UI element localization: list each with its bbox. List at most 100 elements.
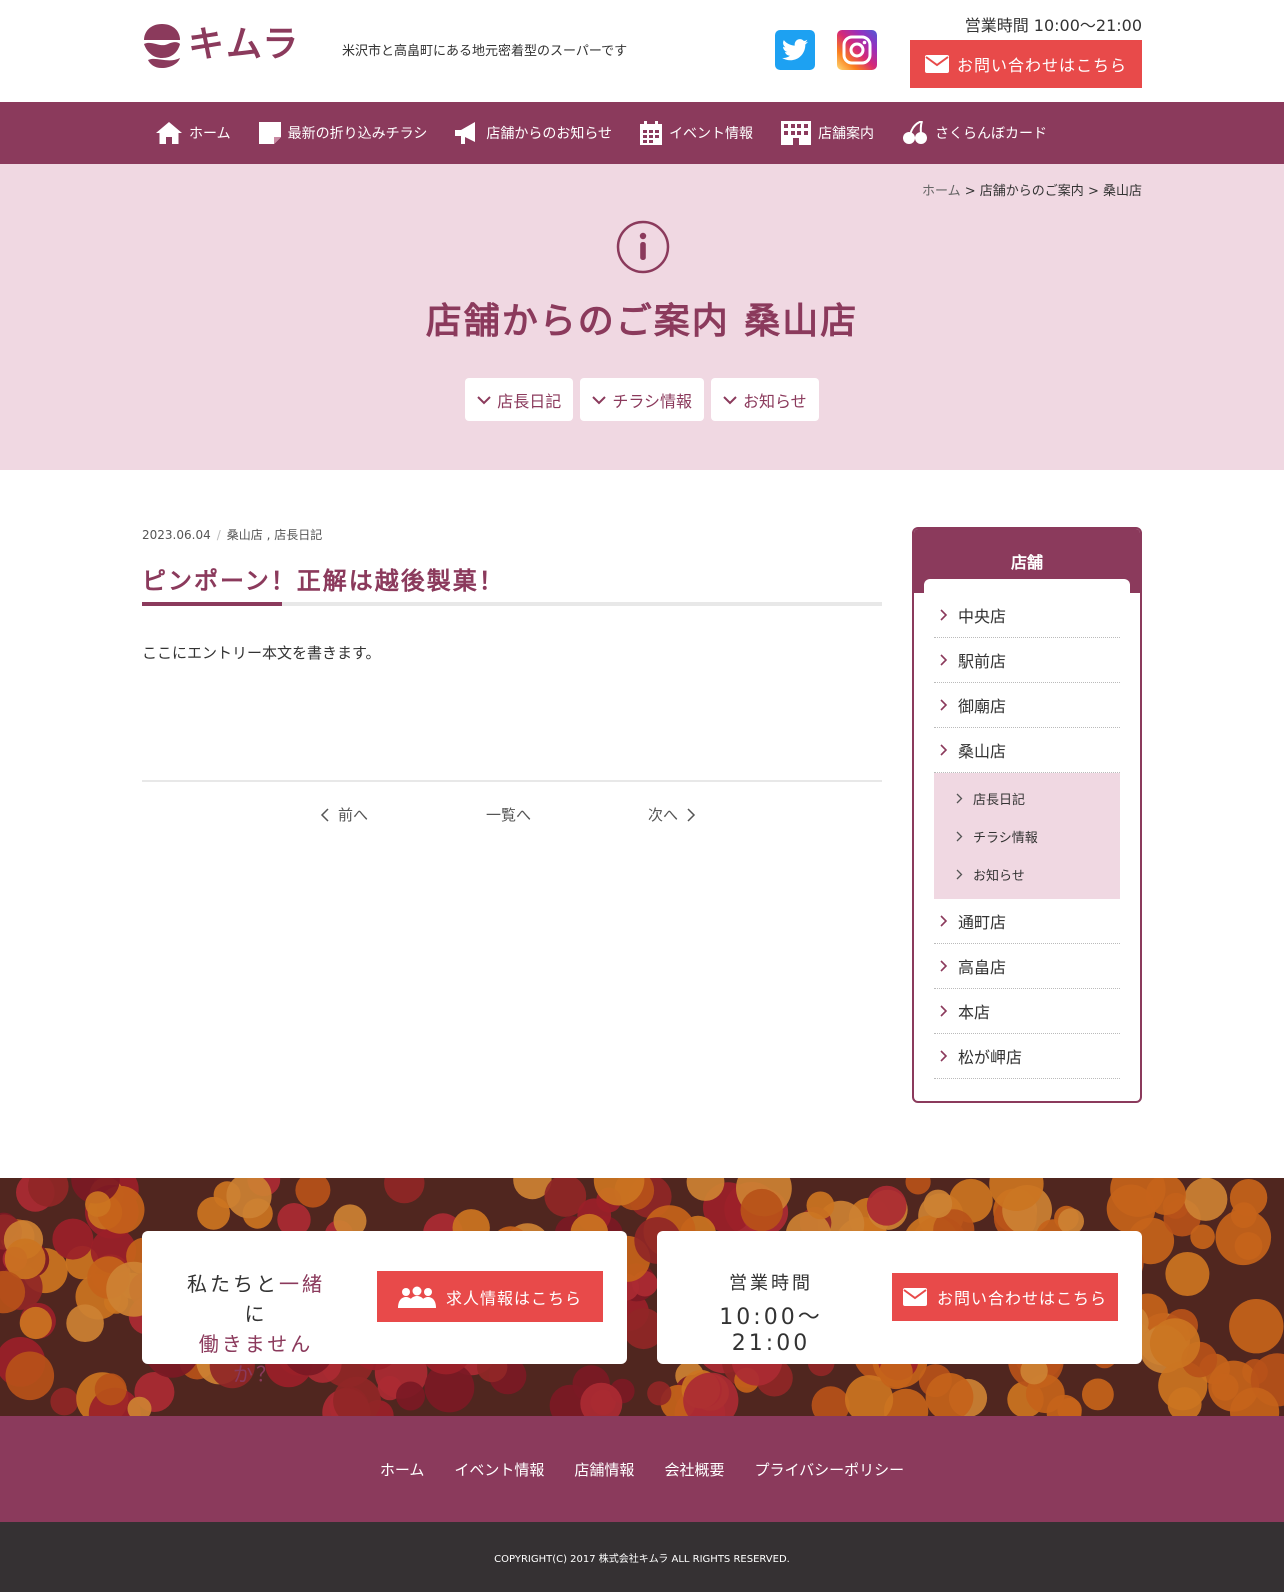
sidebar-store-item[interactable]: 松が岬店 bbox=[934, 1034, 1120, 1079]
global-nav: ホーム 最新の折り込みチラシ 店舗からのお知らせ イベント情報 店舗案内 さくら… bbox=[0, 102, 1284, 164]
twitter-icon bbox=[782, 39, 808, 61]
contact-button-label: お問い合わせはこちら bbox=[956, 56, 1127, 75]
breadcrumb-separator: > bbox=[960, 184, 980, 199]
nav-item-label: 店舗からのお知らせ bbox=[486, 126, 613, 142]
sidebar-store-label: 通町店 bbox=[958, 913, 1007, 932]
site-header: キムラ 米沢市と高畠町にある地元密着型のスーパーです 営業時間 10:00〜21… bbox=[0, 0, 1284, 102]
sidebar-sub-label: 店長日記 bbox=[973, 792, 1026, 808]
nav-item-label: 店舗案内 bbox=[818, 126, 875, 142]
footer-link-home[interactable]: ホーム bbox=[380, 1459, 425, 1480]
nav-item-home[interactable]: ホーム bbox=[156, 122, 231, 144]
tab-label: チラシ情報 bbox=[612, 391, 692, 411]
sidebar-store-item[interactable]: 高畠店 bbox=[934, 944, 1120, 989]
footer-nav: ホーム イベント情報 店舗情報 会社概要 プライバシーポリシー bbox=[0, 1416, 1284, 1522]
article: 2023.06.04 / 桑山店 , 店長日記 ピンポーン！正解は越後製菓！ ここに… bbox=[142, 526, 882, 663]
nav-item-store-news[interactable]: 店舗からのお知らせ bbox=[455, 122, 612, 144]
home-icon bbox=[156, 122, 182, 144]
sidebar-store-item[interactable]: 中央店 bbox=[934, 593, 1120, 638]
sidebar-submenu: 店長日記チラシ情報お知らせ bbox=[934, 773, 1120, 899]
sidebar-store-item[interactable]: 桑山店 bbox=[934, 728, 1120, 773]
prev-label: 前へ bbox=[338, 806, 369, 824]
store-sidebar: 店舗 中央店駅前店 御廟店桑山店店長日記チラシ情報お知らせ通町店高畠店本店 松が岬店 bbox=[912, 527, 1142, 1103]
mail-icon bbox=[902, 1288, 927, 1306]
tab-notices[interactable]: お知らせ bbox=[711, 378, 819, 421]
recruit-accent: 一緒 bbox=[279, 1272, 325, 1296]
article-categories[interactable]: 桑山店 , 店長日記 bbox=[227, 528, 322, 542]
footer-link-privacy[interactable]: プライバシーポリシー bbox=[754, 1459, 904, 1480]
hero-tabs: 店長日記 チラシ情報 お知らせ bbox=[142, 378, 1142, 421]
instagram-link[interactable] bbox=[837, 30, 877, 70]
list-link[interactable]: 一覧へ bbox=[486, 804, 531, 825]
cherry-icon bbox=[903, 121, 928, 144]
meta-divider: / bbox=[216, 528, 221, 542]
sidebar-store-label: 中央店 bbox=[958, 607, 1007, 626]
sidebar-store-label: 桑山店 bbox=[958, 742, 1007, 761]
footer-link-events[interactable]: イベント情報 bbox=[454, 1459, 544, 1480]
hours-card: 営業時間 10:00〜21:00 お問い合わせはこちら bbox=[657, 1231, 1142, 1364]
hours-info: 営業時間 10:00〜21:00 bbox=[691, 1269, 851, 1356]
nav-item-flyer[interactable]: 最新の折り込みチラシ bbox=[258, 122, 427, 144]
page-title: 店舗からのご案内 桑山店 bbox=[425, 301, 859, 342]
chevron-right-icon bbox=[940, 1005, 948, 1017]
sidebar-store-label: 高畠店 bbox=[958, 958, 1007, 977]
prev-link[interactable]: 前へ bbox=[320, 804, 368, 825]
recruit-button[interactable]: 求人情報はこちら bbox=[377, 1271, 603, 1322]
nav-item-stores[interactable]: 店舗案内 bbox=[781, 121, 874, 145]
tab-store-diary[interactable]: 店長日記 bbox=[465, 378, 574, 421]
article-date: 2023.06.04 bbox=[142, 528, 211, 542]
nav-item-label: さくらんぼカード bbox=[935, 126, 1048, 142]
people-icon bbox=[397, 1286, 436, 1308]
site-logo[interactable]: キムラ bbox=[142, 22, 300, 68]
next-link[interactable]: 次へ bbox=[648, 804, 696, 825]
sidebar-title: 店舗 bbox=[914, 529, 1140, 593]
building-icon bbox=[781, 121, 812, 145]
nav-item-cherry-card[interactable]: さくらんぼカード bbox=[902, 121, 1047, 145]
next-label: 次へ bbox=[648, 806, 679, 824]
breadcrumb-section[interactable]: 店舗からのご案内 bbox=[980, 184, 1084, 199]
chevron-right-icon bbox=[940, 915, 948, 927]
flyer-icon bbox=[258, 122, 281, 144]
nav-item-label: イベント情報 bbox=[669, 126, 754, 142]
sidebar-store-item[interactable]: 駅前店 bbox=[934, 638, 1120, 683]
pager-divider bbox=[142, 780, 882, 782]
sidebar-store-item[interactable]: 通町店 bbox=[934, 899, 1120, 944]
breadcrumb-home[interactable]: ホーム bbox=[922, 184, 961, 199]
mail-icon bbox=[924, 55, 949, 73]
article-title: ピンポーン！正解は越後製菓！ bbox=[142, 567, 505, 595]
recruit-text: 私たちと bbox=[187, 1272, 279, 1296]
calendar-icon bbox=[640, 121, 663, 145]
chevron-right-icon bbox=[940, 960, 948, 972]
main-content: 2023.06.04 / 桑山店 , 店長日記 ピンポーン！正解は越後製菓！ ここに… bbox=[142, 470, 1142, 1188]
page-hero: ホーム > 店舗からのご案内 > 桑山店 店舗からのご案内 桑山店 店長日記 チ… bbox=[0, 164, 1284, 470]
hours-value: 10:00〜21:00 bbox=[719, 1305, 823, 1356]
sidebar-sub-item[interactable]: チラシ情報 bbox=[934, 817, 1120, 855]
chevron-right-icon bbox=[940, 609, 948, 621]
footer-link-company[interactable]: 会社概要 bbox=[664, 1459, 724, 1480]
sidebar-store-item[interactable]: 本店 bbox=[934, 989, 1120, 1034]
sidebar-store-item[interactable]: 御廟店 bbox=[934, 683, 1120, 728]
nav-item-events[interactable]: イベント情報 bbox=[640, 121, 753, 145]
breadcrumb-separator: > bbox=[1083, 184, 1103, 199]
contact-button[interactable]: お問い合わせはこちら bbox=[910, 40, 1142, 88]
sidebar-sub-item[interactable]: 店長日記 bbox=[934, 779, 1120, 817]
sidebar-sub-item[interactable]: お知らせ bbox=[934, 855, 1120, 893]
chevron-right-icon bbox=[956, 869, 963, 879]
chevron-right-icon bbox=[687, 807, 696, 822]
instagram-icon bbox=[842, 35, 872, 65]
nav-item-label: ホーム bbox=[189, 126, 231, 142]
recruit-question: 働きませんか？ bbox=[198, 1332, 314, 1386]
chevron-right-icon bbox=[956, 793, 963, 803]
sidebar-sub-label: お知らせ bbox=[973, 868, 1025, 884]
twitter-link[interactable] bbox=[775, 30, 815, 70]
sidebar-sub-label: チラシ情報 bbox=[973, 830, 1038, 846]
chevron-right-icon bbox=[940, 699, 948, 711]
footer-link-stores[interactable]: 店舗情報 bbox=[574, 1459, 634, 1480]
contact-button-bottom[interactable]: お問い合わせはこちら bbox=[892, 1273, 1118, 1321]
chevron-right-icon bbox=[956, 831, 963, 841]
recruit-card: 私たちと一緒に 働きませんか？ 求人情報はこちら bbox=[142, 1231, 627, 1386]
list-label: 一覧へ bbox=[486, 806, 532, 824]
tab-flyer-info[interactable]: チラシ情報 bbox=[580, 378, 704, 421]
chevron-down-icon bbox=[592, 395, 607, 404]
logo-mark-icon bbox=[144, 24, 180, 68]
tab-label: お知らせ bbox=[743, 391, 807, 411]
